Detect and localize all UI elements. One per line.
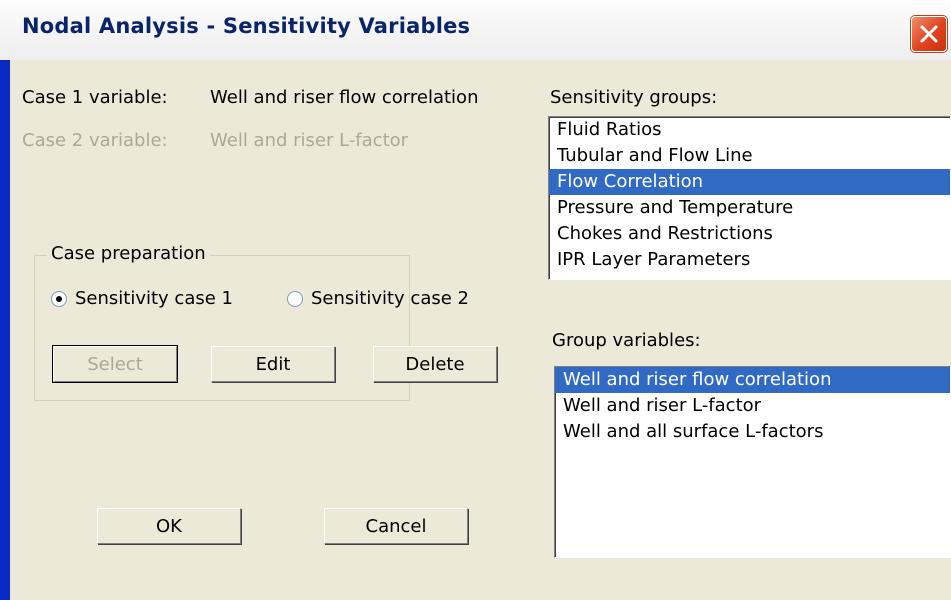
window-frame-edge (0, 60, 10, 600)
close-button[interactable] (911, 16, 947, 52)
dialog-window: Nodal Analysis - Sensitivity Variables C… (0, 0, 951, 600)
sensitivity-groups-list[interactable]: Fluid Ratios Tubular and Flow Line Flow … (548, 116, 951, 280)
dialog-content: Case 1 variable: Well and riser flow cor… (10, 60, 951, 600)
radio-checked-icon (51, 290, 67, 307)
group-variable-item[interactable]: Well and riser L-factor (555, 393, 950, 419)
group-variables-label: Group variables: (552, 330, 701, 351)
sensitivity-group-item[interactable]: Pressure and Temperature (549, 195, 950, 221)
close-x-icon (920, 25, 938, 43)
sensitivity-group-item[interactable]: Tubular and Flow Line (549, 143, 950, 169)
window-title: Nodal Analysis - Sensitivity Variables (22, 14, 471, 38)
sensitivity-case-2-radio[interactable]: Sensitivity case 2 (287, 288, 469, 309)
case-preparation-group: Case preparation Sensitivity case 1 Sens… (34, 243, 497, 401)
edit-button[interactable]: Edit (211, 346, 335, 382)
case1-value: Well and riser flow correlation (210, 87, 479, 108)
select-button[interactable]: Select (52, 345, 178, 383)
ok-button[interactable]: OK (97, 508, 241, 544)
title-bar[interactable]: Nodal Analysis - Sensitivity Variables (0, 0, 951, 60)
radio-unchecked-icon (287, 290, 303, 307)
delete-button[interactable]: Delete (373, 346, 497, 382)
case2-label: Case 2 variable: (22, 130, 168, 151)
case-preparation-label: Case preparation (47, 243, 210, 264)
sensitivity-case-1-radio[interactable]: Sensitivity case 1 (51, 288, 233, 309)
sensitivity-group-item-selected[interactable]: Flow Correlation (549, 169, 950, 195)
case1-label: Case 1 variable: (22, 87, 168, 108)
cancel-button[interactable]: Cancel (324, 508, 468, 544)
group-variable-item[interactable]: Well and all surface L-factors (555, 419, 950, 445)
sensitivity-case-1-label: Sensitivity case 1 (75, 288, 233, 309)
sensitivity-group-item[interactable]: IPR Layer Parameters (549, 247, 950, 273)
sensitivity-case-2-label: Sensitivity case 2 (311, 288, 469, 309)
group-variables-list[interactable]: Well and riser flow correlation Well and… (554, 366, 951, 558)
sensitivity-group-item[interactable]: Fluid Ratios (549, 117, 950, 143)
sensitivity-groups-label: Sensitivity groups: (550, 87, 718, 108)
sensitivity-group-item[interactable]: Chokes and Restrictions (549, 221, 950, 247)
case2-value: Well and riser L-factor (210, 130, 409, 151)
group-variable-item-selected[interactable]: Well and riser flow correlation (555, 367, 950, 393)
